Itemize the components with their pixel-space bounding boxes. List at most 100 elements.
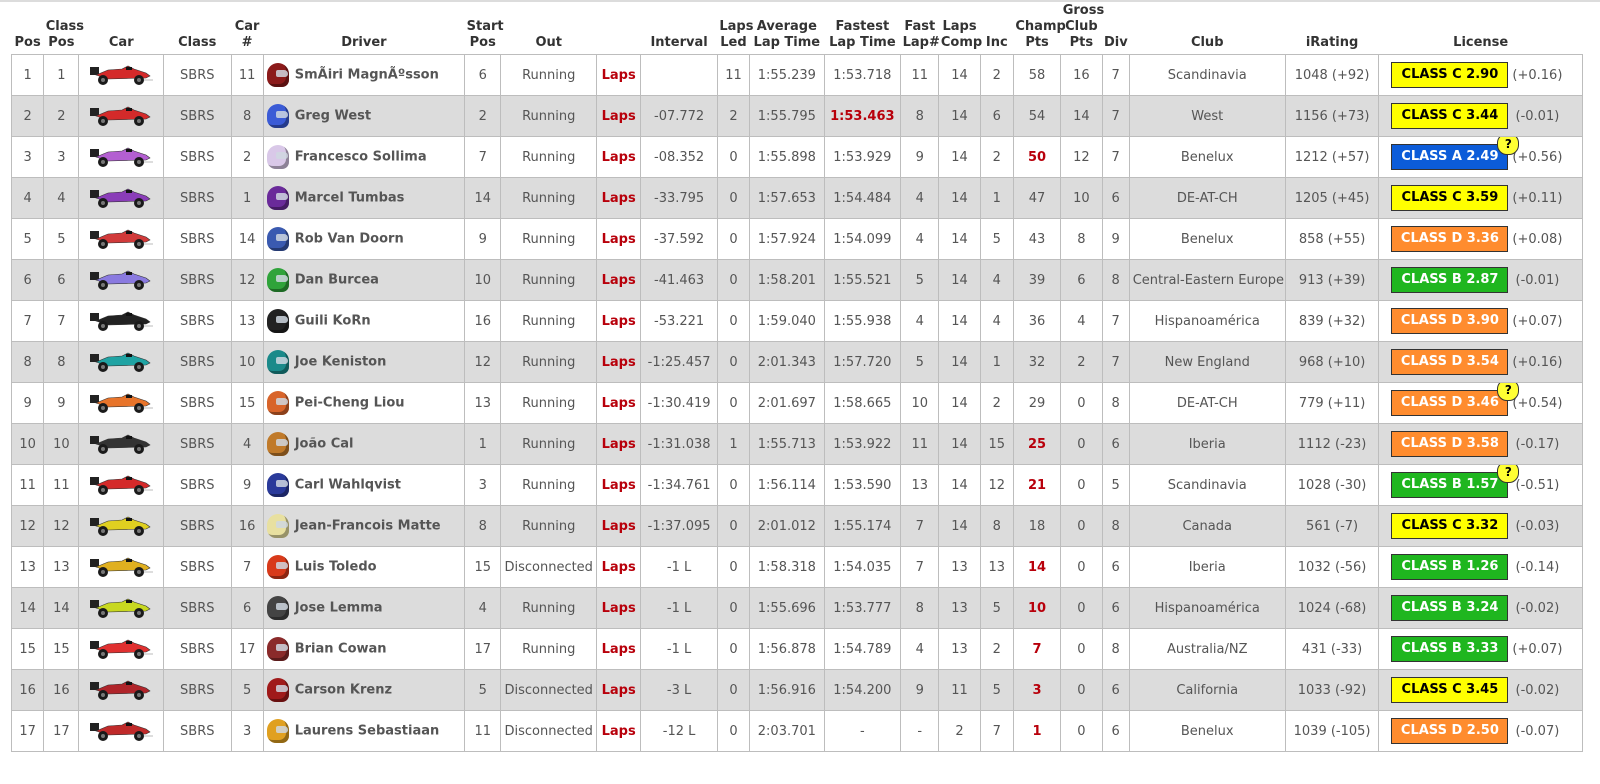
driver-name-link[interactable]: Carson Krenz xyxy=(295,683,392,698)
table-row[interactable]: 6 6 SBRS 12 Dan Burcea 10 Running Laps -41.463 0 1… xyxy=(10,259,1583,301)
driver-cell[interactable]: Luis Toledo xyxy=(262,546,466,588)
table-row[interactable]: 11 11 SBRS 9 Carl Wahlqvist 3 Running Laps -1:34… xyxy=(10,464,1583,506)
laps-link[interactable]: Laps xyxy=(596,259,642,301)
table-row[interactable]: 14 14 SBRS 6 Jose Lemma 4 Running Laps -1 L 0 1:55… xyxy=(10,587,1583,629)
table-row[interactable]: 1 1 SBRS 11 SmÃiri MagnÃºsson 6 Running Laps 11 1… xyxy=(10,54,1583,96)
laps-link[interactable]: Laps xyxy=(596,300,642,342)
header-out[interactable]: Out xyxy=(500,2,597,55)
driver-cell[interactable]: Dan Burcea xyxy=(262,259,466,301)
table-row[interactable]: 5 5 SBRS 14 Rob Van Doorn 9 Running Laps -37.592… xyxy=(10,218,1583,260)
car-cell[interactable] xyxy=(78,505,165,547)
driver-name-link[interactable]: Greg West xyxy=(295,109,371,124)
driver-cell[interactable]: Greg West xyxy=(262,95,466,137)
laps-link[interactable]: Laps xyxy=(596,341,642,383)
laps-link[interactable]: Laps xyxy=(596,546,642,588)
laps-link[interactable]: Laps xyxy=(596,177,642,219)
driver-name-link[interactable]: Joe Keniston xyxy=(295,355,387,370)
table-row[interactable]: 4 4 SBRS 1 Marcel Tumbas 14 Running Laps -33.795… xyxy=(10,177,1583,219)
driver-cell[interactable]: João Cal xyxy=(262,423,466,465)
laps-link[interactable]: Laps xyxy=(596,382,642,424)
car-cell[interactable] xyxy=(78,546,165,588)
header-fastest-lap-time[interactable]: Fastest Lap Time xyxy=(824,2,901,55)
table-row[interactable]: 3 3 SBRS 2 Francesco Sollima 7 Running Laps -08.… xyxy=(10,136,1583,178)
car-cell[interactable] xyxy=(78,136,165,178)
car-cell[interactable] xyxy=(78,54,165,96)
driver-cell[interactable]: Jose Lemma xyxy=(262,587,466,629)
laps-link[interactable]: Laps xyxy=(596,464,642,506)
driver-name-link[interactable]: Pei-Cheng Liou xyxy=(295,396,405,411)
laps-link[interactable]: Laps xyxy=(596,423,642,465)
header-pos[interactable]: Pos xyxy=(11,2,44,55)
driver-name-link[interactable]: Brian Cowan xyxy=(295,642,387,657)
car-cell[interactable] xyxy=(78,259,165,301)
driver-cell[interactable]: Jean-Francois Matte xyxy=(262,505,466,547)
driver-cell[interactable]: Carl Wahlqvist xyxy=(262,464,466,506)
table-row[interactable]: 15 15 SBRS 17 Brian Cowan 17 Running Laps -1 L01… xyxy=(10,628,1583,670)
header-class[interactable]: Class xyxy=(163,2,231,55)
car-cell[interactable] xyxy=(78,669,165,711)
header-car-number[interactable]: Car # xyxy=(231,2,264,55)
laps-link[interactable]: Laps xyxy=(596,218,642,260)
header-laps-led[interactable]: Laps Led xyxy=(717,2,753,55)
driver-cell[interactable]: Joe Keniston xyxy=(262,341,466,383)
driver-name-link[interactable]: Marcel Tumbas xyxy=(295,191,405,206)
driver-name-link[interactable]: Luis Toledo xyxy=(295,560,377,575)
table-row[interactable]: 7 7 SBRS 13 Guili KoRn 16 Running Laps -53.221 0 1… xyxy=(10,300,1583,342)
car-cell[interactable] xyxy=(78,341,165,383)
car-cell[interactable] xyxy=(78,382,165,424)
table-row[interactable]: 2 2 SBRS 8 Greg West 2 Running Laps -07.772 2 1:55… xyxy=(10,95,1583,137)
car-cell[interactable] xyxy=(78,177,165,219)
driver-name-link[interactable]: Rob Van Doorn xyxy=(295,232,404,247)
laps-link[interactable]: Laps xyxy=(596,587,642,629)
car-cell[interactable] xyxy=(78,95,165,137)
car-cell[interactable] xyxy=(78,710,165,752)
table-row[interactable]: 10 10 SBRS 4 João Cal 1 Running Laps -1:31.038 1 1… xyxy=(10,423,1583,465)
header-driver[interactable]: Driver xyxy=(263,2,465,55)
header-inc[interactable]: Inc xyxy=(980,2,1014,55)
laps-link[interactable]: Laps xyxy=(596,136,642,178)
car-cell[interactable] xyxy=(78,628,165,670)
car-cell[interactable] xyxy=(78,587,165,629)
driver-cell[interactable]: Francesco Sollima xyxy=(262,136,466,178)
header-irating[interactable]: iRating xyxy=(1285,2,1379,55)
driver-name-link[interactable]: Francesco Sollima xyxy=(295,150,427,165)
car-cell[interactable] xyxy=(78,423,165,465)
laps-link[interactable]: Laps xyxy=(596,54,642,96)
driver-cell[interactable]: Rob Van Doorn xyxy=(262,218,466,260)
driver-name-link[interactable]: Guili KoRn xyxy=(295,314,371,329)
header-license[interactable]: License xyxy=(1378,2,1583,55)
driver-name-link[interactable]: Jean-Francois Matte xyxy=(295,519,441,534)
table-row[interactable]: 9 9 SBRS 15 Pei-Cheng Liou 13 Running Laps -1:30… xyxy=(10,382,1583,424)
driver-cell[interactable]: Guili KoRn xyxy=(262,300,466,342)
header-champ-pts[interactable]: Champ Pts xyxy=(1013,2,1066,55)
laps-link[interactable]: Laps xyxy=(596,669,642,711)
header-club[interactable]: Club xyxy=(1129,2,1286,55)
table-row[interactable]: 17 17 SBRS 3 Laurens Sebastiaan 11 Disconnecte… xyxy=(10,710,1583,752)
driver-cell[interactable]: Pei-Cheng Liou xyxy=(262,382,466,424)
driver-name-link[interactable]: Laurens Sebastiaan xyxy=(295,724,440,739)
driver-name-link[interactable]: Dan Burcea xyxy=(295,273,379,288)
header-interval[interactable]: Interval xyxy=(640,2,718,55)
header-gross-club-pts[interactable]: Gross Club Pts xyxy=(1060,2,1104,55)
header-average-lap-time[interactable]: Average Lap Time xyxy=(749,2,825,55)
driver-name-link[interactable]: Carl Wahlqvist xyxy=(295,478,401,493)
driver-name-link[interactable]: SmÃiri MagnÃºsson xyxy=(295,68,439,83)
header-laps-comp[interactable]: Laps Comp xyxy=(938,2,982,55)
table-row[interactable]: 12 12 SBRS 16 Jean-Francois Matte 8 Running Lap… xyxy=(10,505,1583,547)
car-cell[interactable] xyxy=(78,300,165,342)
driver-cell[interactable]: Carson Krenz xyxy=(262,669,466,711)
car-cell[interactable] xyxy=(78,218,165,260)
laps-link[interactable]: Laps xyxy=(596,505,642,547)
driver-cell[interactable]: Marcel Tumbas xyxy=(262,177,466,219)
table-row[interactable]: 16 16 SBRS 5 Carson Krenz 5 Disconnected Laps -3… xyxy=(10,669,1583,711)
driver-cell[interactable]: Laurens Sebastiaan xyxy=(262,710,466,752)
header-fast-lap-number[interactable]: Fast Lap# xyxy=(900,2,940,55)
table-row[interactable]: 13 13 SBRS 7 Luis Toledo 15 Disconnected Laps -1… xyxy=(10,546,1583,588)
driver-name-link[interactable]: João Cal xyxy=(295,437,354,452)
header-car[interactable]: Car xyxy=(78,2,164,55)
driver-cell[interactable]: SmÃiri MagnÃºsson xyxy=(262,54,466,96)
header-div[interactable]: Div xyxy=(1102,2,1130,55)
driver-name-link[interactable]: Jose Lemma xyxy=(295,601,383,616)
header-start-pos[interactable]: Start Pos xyxy=(464,2,504,55)
header-class-pos[interactable]: Class Pos xyxy=(43,2,84,55)
